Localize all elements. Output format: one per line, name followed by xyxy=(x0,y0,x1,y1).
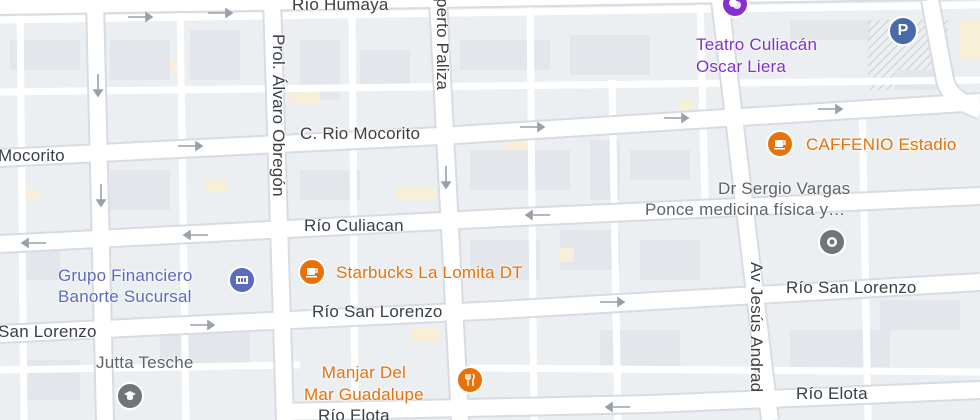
poi-label-teatro[interactable]: Teatro Culiacán Oscar Liera xyxy=(696,34,817,78)
poi-label-manjar-line1: Manjar Del xyxy=(321,363,406,382)
poi-label-doctor[interactable]: Dr Sergio Vargas Ponce medicina física y… xyxy=(645,178,851,220)
poi-label-banorte-line1: Grupo Financiero xyxy=(58,266,193,285)
poi-label-doctor-line1: Dr Sergio Vargas xyxy=(718,179,851,198)
poi-label-manjar-line2: Mar Guadalupe xyxy=(304,385,424,404)
coffee-icon[interactable] xyxy=(766,130,794,158)
street-label-rio-elota-east: Río Elota xyxy=(796,384,868,403)
poi-label-banorte-line2: Banorte Sucursal xyxy=(58,287,192,306)
place-icon[interactable] xyxy=(818,228,846,256)
street-label-rio-san-lorenzo: Río San Lorenzo xyxy=(312,302,443,321)
street-label-rio-culiacan: Río Culiacan xyxy=(304,216,404,235)
bank-icon[interactable] xyxy=(228,266,256,294)
poi-label-starbucks[interactable]: Starbucks La Lomita DT xyxy=(336,263,523,283)
parking-label: P xyxy=(897,22,909,39)
poi-label-teatro-line1: Teatro Culiacán xyxy=(696,35,818,54)
street-label-mocorito: Mocorito xyxy=(0,146,65,165)
street-label-rio-elota: Río Elota xyxy=(318,406,390,420)
street-label-prol-alvaro-obregon: Prol. Álvaro Obregón xyxy=(269,34,288,197)
poi-label-teatro-line2: Oscar Liera xyxy=(696,57,787,76)
street-label-rio-humaya: Río Humaya xyxy=(292,0,389,14)
poi-label-caffenio[interactable]: CAFFENIO Estadio xyxy=(806,135,957,155)
poi-label-jutta[interactable]: Jutta Tesche xyxy=(96,353,194,373)
map-canvas[interactable]: Río Humaya C. Rio Mocorito Mocorito Río … xyxy=(0,0,980,420)
street-label-roberto-paliza: perto Paliza xyxy=(433,0,452,91)
restaurant-icon[interactable] xyxy=(456,366,484,394)
coffee-icon[interactable] xyxy=(298,258,326,286)
street-label-rio-san-lorenzo-east: Río San Lorenzo xyxy=(786,278,917,297)
poi-label-doctor-line2: Ponce medicina física y… xyxy=(644,200,846,219)
street-label-av-jesus-andrade: Av Jesús Andrad xyxy=(747,262,766,393)
parking-icon[interactable]: P xyxy=(888,16,918,46)
street-label-c-rio-mocorito: C. Rio Mocorito xyxy=(300,124,421,143)
poi-label-banorte[interactable]: Grupo Financiero Banorte Sucursal xyxy=(58,265,193,307)
poi-label-manjar[interactable]: Manjar Del Mar Guadalupe xyxy=(304,362,424,406)
street-label-san-lorenzo-west: San Lorenzo xyxy=(0,322,97,341)
school-icon[interactable] xyxy=(116,382,144,410)
